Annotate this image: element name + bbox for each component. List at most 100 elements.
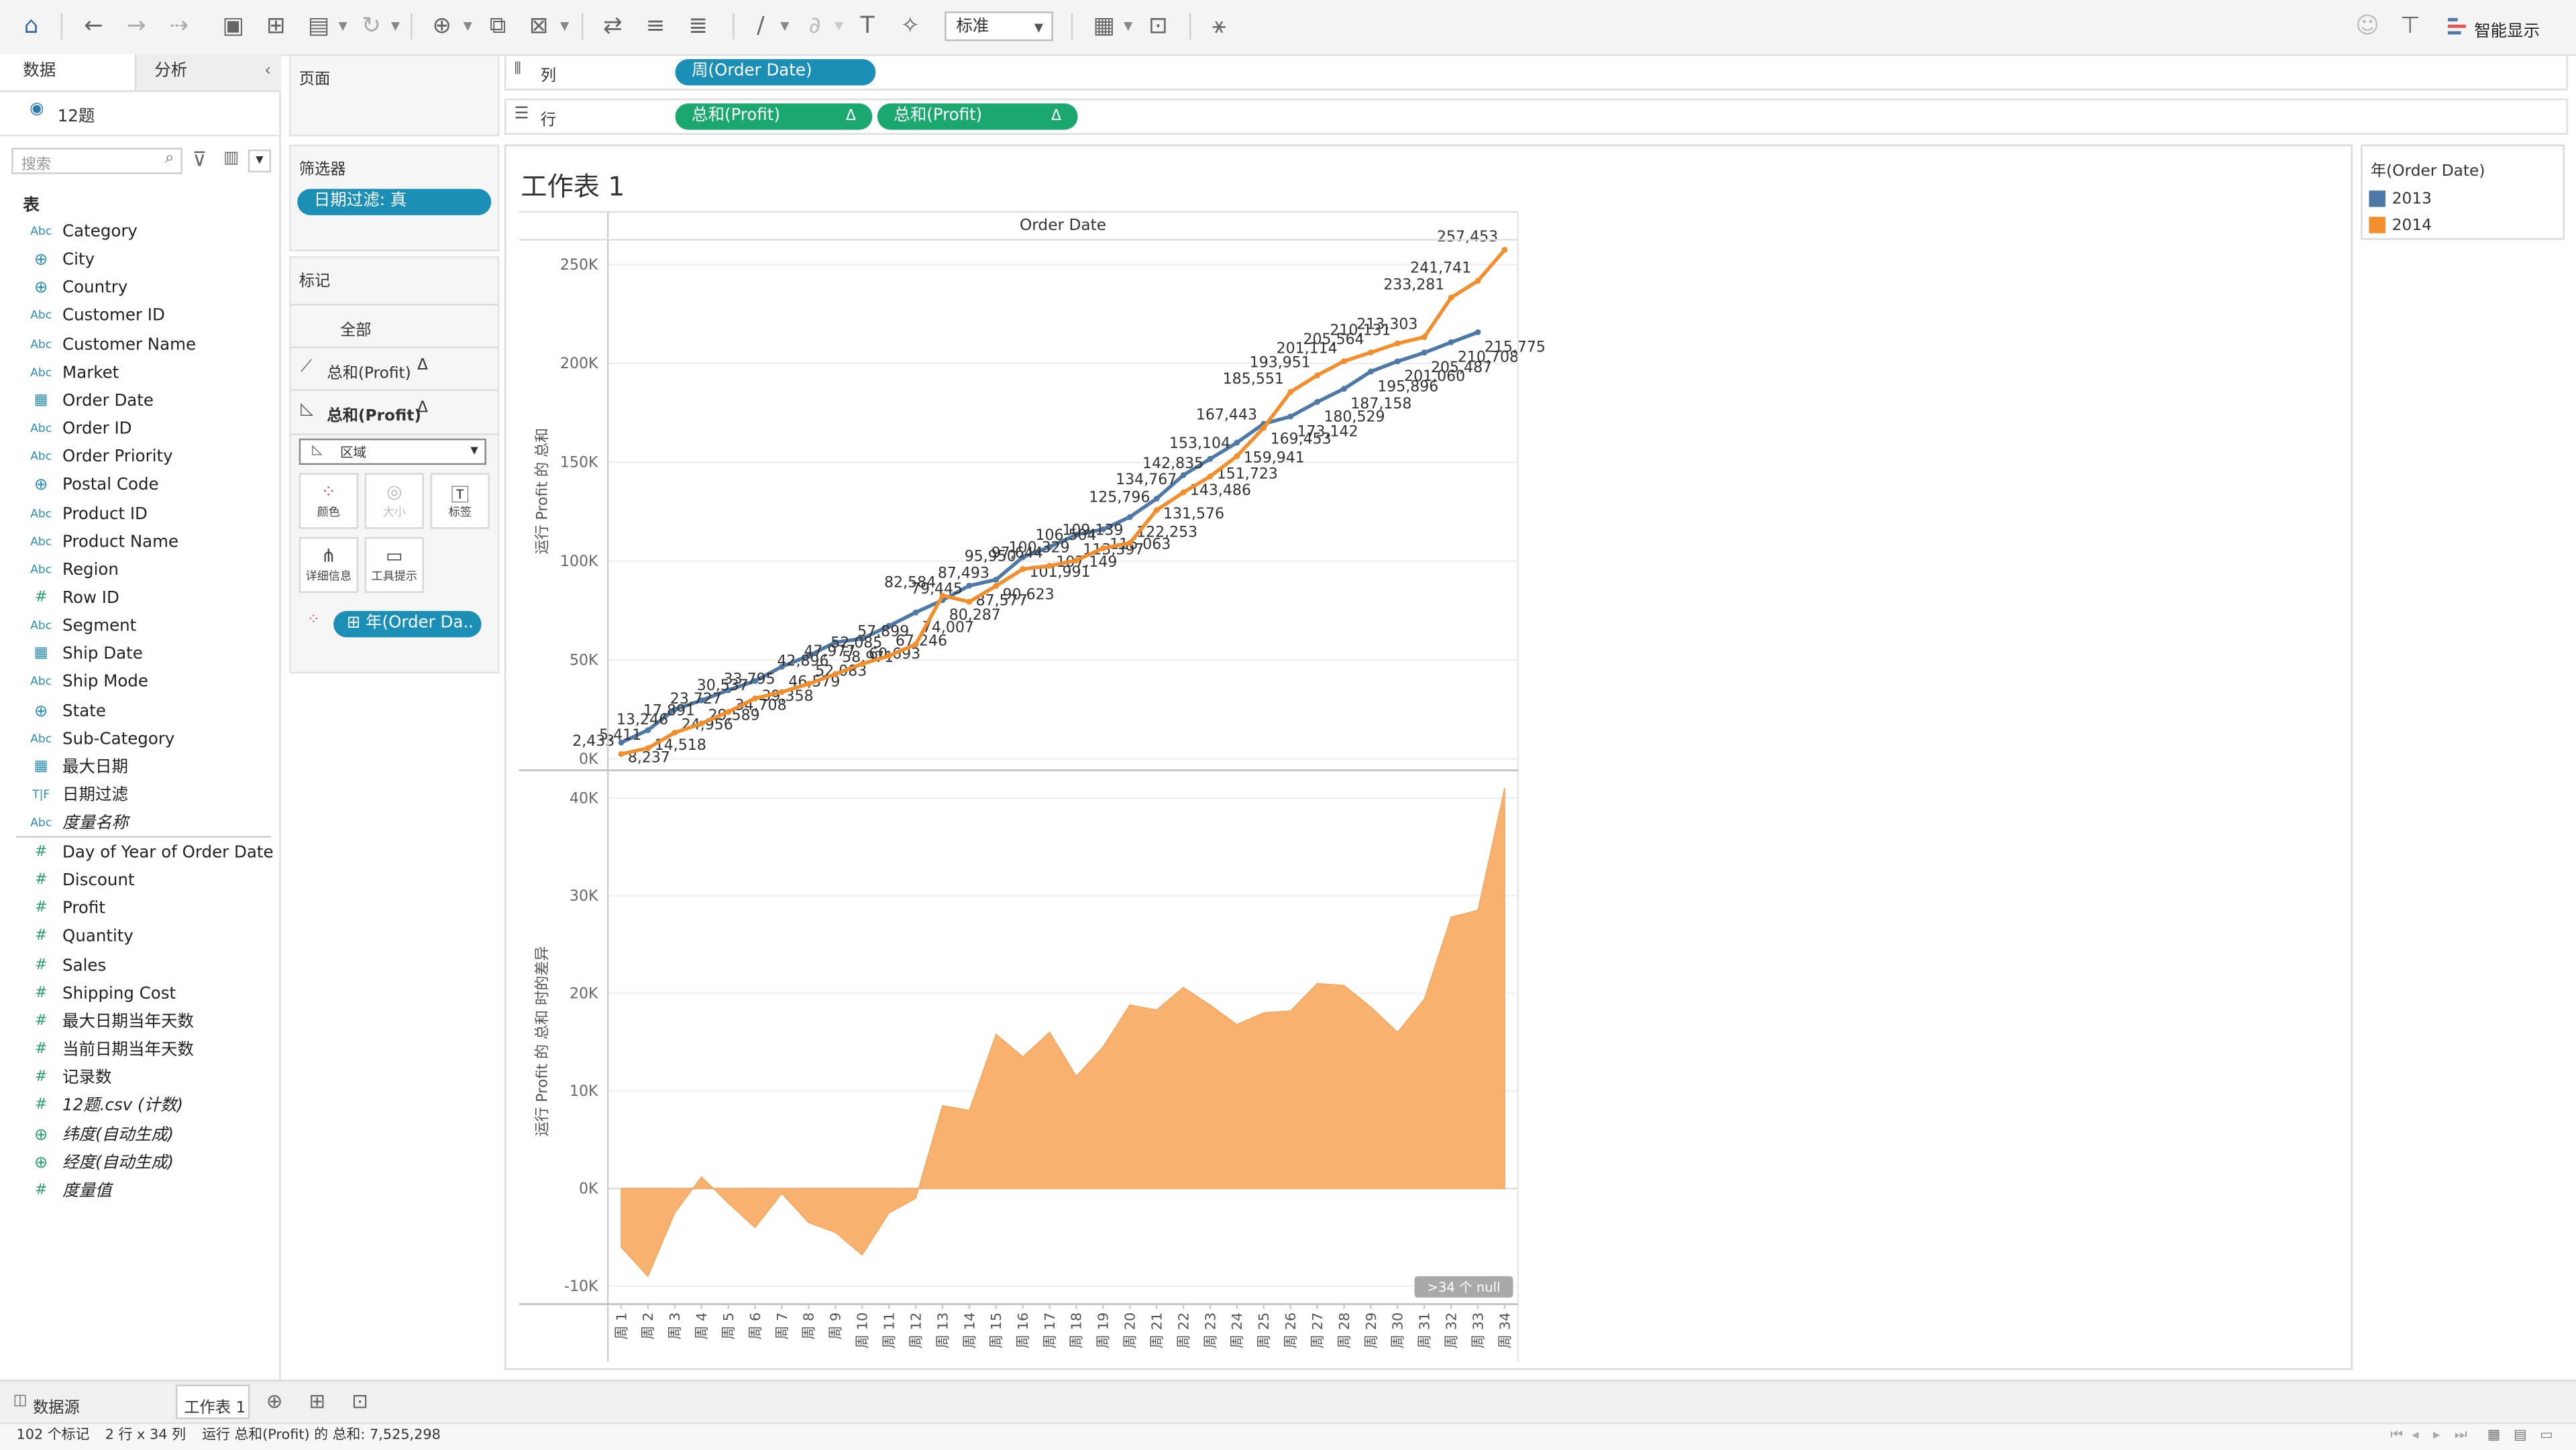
paint-icon[interactable]: ⊤	[2394, 10, 2426, 43]
group-icon[interactable]: ∂	[798, 10, 831, 43]
row-pill-1[interactable]: 总和(Profit) Δ	[675, 103, 873, 130]
sort-desc-icon[interactable]: ≣	[682, 10, 714, 43]
field-item[interactable]: T|F 日期过滤	[0, 782, 279, 810]
tab-data[interactable]: 数据	[0, 54, 135, 93]
new-worksheet-icon[interactable]: ⊕	[425, 10, 458, 43]
grid-view-icon[interactable]: ▦	[2487, 1424, 2501, 1449]
field-item[interactable]: Abc Order Priority	[0, 444, 279, 472]
field-item[interactable]: ▦ Ship Date	[0, 641, 279, 669]
row-pill-2[interactable]: 总和(Profit) Δ	[877, 103, 1078, 130]
fit-dropdown[interactable]: 标准 ▼	[945, 11, 1053, 42]
ask-data-icon[interactable]: ☺	[2351, 10, 2384, 43]
field-item[interactable]: Abc Ship Mode	[0, 669, 279, 698]
field-item[interactable]: Abc Sub-Category	[0, 726, 279, 754]
next-page-icon[interactable]: ▸	[2433, 1424, 2440, 1449]
size-button[interactable]: ◎ 大小	[364, 473, 424, 529]
datasource-name[interactable]: 12题	[58, 102, 95, 127]
undo-icon[interactable]: ←	[77, 10, 110, 43]
detail-button[interactable]: ⋔ 详细信息	[299, 537, 358, 594]
field-item[interactable]: ⊕ Postal Code	[0, 472, 279, 500]
field-item[interactable]: ▦ Order Date	[0, 388, 279, 416]
tab-analysis[interactable]: 分析 ‹	[134, 54, 281, 91]
sheet-tab[interactable]: 工作表 1	[176, 1384, 250, 1419]
duplicate-icon[interactable]: ⧉	[482, 10, 515, 43]
swap-rows-columns-icon[interactable]: ⇄	[596, 10, 629, 43]
tab-view-icon[interactable]: ▭	[2540, 1424, 2553, 1449]
field-item[interactable]: Abc Product ID	[0, 500, 279, 528]
field-item[interactable]: # 度量值	[0, 1177, 279, 1205]
view-list-icon[interactable]: ▥	[223, 150, 239, 168]
field-item[interactable]: Abc Customer ID	[0, 303, 279, 331]
save-icon[interactable]: ▣	[217, 10, 250, 43]
field-item[interactable]: ⊕ Country	[0, 275, 279, 303]
field-item[interactable]: # Quantity	[0, 924, 279, 952]
field-item[interactable]: # Shipping Cost	[0, 980, 279, 1008]
columns-shelf[interactable]: ⫴ 列 周(Order Date)	[504, 54, 2568, 91]
refresh-icon[interactable]: ↻	[355, 10, 388, 43]
color-button[interactable]: ⁘ 颜色	[299, 473, 358, 529]
field-item[interactable]: ▦ 最大日期	[0, 754, 279, 782]
mark-type-dropdown[interactable]: ◺ 区域 ▼	[299, 438, 486, 465]
pane-menu-icon[interactable]: ▼	[248, 149, 272, 173]
home-icon[interactable]: ⌂	[15, 10, 48, 43]
paste-icon[interactable]: ▤	[303, 10, 335, 43]
legend-label-2014[interactable]: 2014	[2392, 217, 2432, 235]
field-item[interactable]: # Profit	[0, 895, 279, 924]
rows-shelf[interactable]: ☰ 行 总和(Profit) Δ 总和(Profit) Δ	[504, 98, 2568, 135]
color-pill[interactable]: ⊞ 年(Order Da..	[333, 611, 482, 638]
prev-page-icon[interactable]: ◂	[2412, 1424, 2418, 1449]
show-me-label[interactable]: 智能显示	[2474, 16, 2540, 41]
new-story-icon[interactable]: ⊡	[352, 1390, 368, 1412]
search-input[interactable]: 搜索 ⌕	[11, 148, 182, 174]
show-cards-icon[interactable]: ▦	[1087, 10, 1120, 43]
filter-pill[interactable]: 日期过滤: 真	[297, 188, 492, 215]
marks-layer-area[interactable]: ◺ 总和(Profit) Δ	[290, 389, 498, 435]
label-button[interactable]: 🅃 标签	[430, 473, 490, 529]
show-labels-icon[interactable]: T	[851, 10, 884, 43]
filter-icon[interactable]: ⊽	[193, 148, 207, 170]
last-page-icon[interactable]: ⏭	[2455, 1424, 2467, 1449]
legend-label-2013[interactable]: 2013	[2392, 190, 2432, 209]
marks-layer-line[interactable]: ⟋ 总和(Profit) Δ	[290, 346, 498, 391]
field-item[interactable]: Abc Product Name	[0, 528, 279, 557]
redo-icon[interactable]: →	[120, 10, 153, 43]
share-icon[interactable]: ⚹	[1203, 10, 1236, 43]
field-item[interactable]: Abc Segment	[0, 613, 279, 641]
collapse-icon[interactable]: ‹	[264, 54, 271, 91]
field-item[interactable]: Abc Market	[0, 359, 279, 388]
marks-all[interactable]: 全部	[290, 304, 498, 348]
field-item[interactable]: # 记录数	[0, 1064, 279, 1093]
fix-axes-icon[interactable]: ✧	[894, 10, 926, 43]
new-sheet-icon[interactable]: ⊕	[266, 1390, 283, 1412]
tooltip-button[interactable]: ▭ 工具提示	[364, 537, 424, 594]
color-legend[interactable]: 年(Order Date) 2013 2014	[2361, 144, 2565, 240]
sort-asc-icon[interactable]: ≡	[639, 10, 672, 43]
swap-icon[interactable]: ⇢	[162, 10, 195, 43]
field-item[interactable]: # 当前日期当年天数	[0, 1036, 279, 1064]
chart-area[interactable]: 0K50K100K150K200K250K运行 Profit 的 总和8,237…	[506, 146, 2351, 1368]
presentation-icon[interactable]: ⊡	[1142, 10, 1175, 43]
highlight-icon[interactable]: ∕	[744, 10, 777, 43]
field-item[interactable]: # Row ID	[0, 585, 279, 613]
column-pill[interactable]: 周(Order Date)	[675, 59, 876, 86]
field-item[interactable]: Abc Category	[0, 219, 279, 247]
show-me-icon[interactable]	[2448, 16, 2467, 36]
clear-sheet-icon[interactable]: ⊠	[523, 10, 555, 43]
field-item[interactable]: ⊕ City	[0, 247, 279, 275]
field-item[interactable]: # Day of Year of Order Date	[0, 839, 279, 867]
field-item[interactable]: ⊕ 纬度(自动生成)	[0, 1121, 279, 1149]
datasource-tab[interactable]: 数据源	[33, 1394, 80, 1418]
field-item[interactable]: # Discount	[0, 867, 279, 895]
new-datasource-icon[interactable]: ⊞	[260, 10, 292, 43]
filmstrip-view-icon[interactable]: ▤	[2514, 1424, 2527, 1449]
field-item[interactable]: ⊕ State	[0, 698, 279, 726]
field-item[interactable]: Abc Order ID	[0, 416, 279, 444]
field-item[interactable]: Abc Customer Name	[0, 331, 279, 359]
new-dashboard-icon[interactable]: ⊞	[309, 1390, 325, 1412]
field-item[interactable]: # 最大日期当年天数	[0, 1008, 279, 1036]
field-item[interactable]: Abc 度量名称	[0, 810, 279, 838]
field-item[interactable]: #12题.csv (计数)	[0, 1093, 279, 1121]
field-item[interactable]: # Sales	[0, 952, 279, 980]
field-item[interactable]: Abc Region	[0, 557, 279, 585]
field-item[interactable]: ⊕ 经度(自动生成)	[0, 1149, 279, 1177]
